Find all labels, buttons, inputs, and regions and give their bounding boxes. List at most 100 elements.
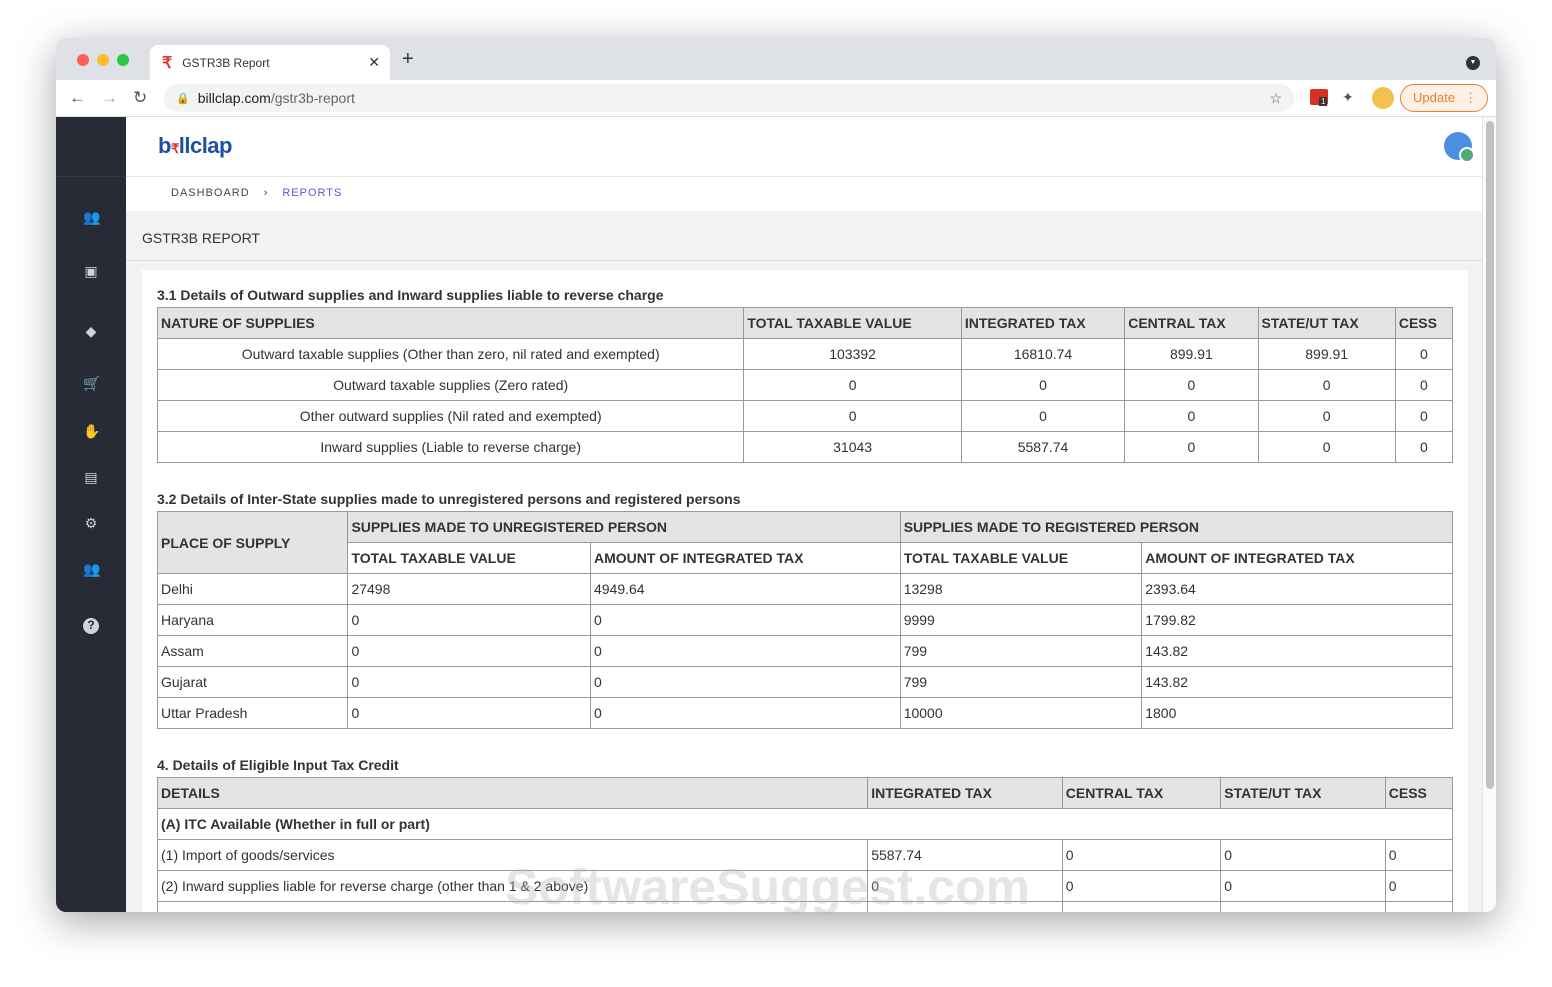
column-header: AMOUNT OF INTEGRATED TAX bbox=[1141, 542, 1453, 574]
breadcrumb-reports[interactable]: REPORTS bbox=[282, 187, 342, 199]
user-account-icon[interactable] bbox=[1444, 132, 1475, 163]
column-header: DETAILS bbox=[156, 777, 869, 809]
new-tab-button[interactable]: + bbox=[402, 48, 414, 71]
table-row: Delhi 27498 4949.64 13298 2393.64 bbox=[156, 573, 1453, 605]
profile-avatar[interactable] bbox=[1372, 87, 1394, 109]
billclap-logo[interactable]: b₹llclap bbox=[158, 133, 232, 159]
table-cell: Other outward supplies (Nil rated and ex… bbox=[156, 400, 745, 432]
table-cell: 0 bbox=[589, 697, 901, 729]
main-content: b₹llclap DASHBOARD › REPORTS GSTR3B REPORT… bbox=[126, 117, 1482, 912]
close-window-button[interactable] bbox=[77, 54, 89, 66]
watermark: SoftwareSuggest.com bbox=[505, 859, 1031, 915]
table-cell: 899.91 bbox=[1257, 338, 1396, 370]
lock-icon: 🔒 bbox=[176, 92, 190, 105]
table-cell: 0 bbox=[1061, 870, 1222, 902]
more-menu-icon[interactable]: ⋮ bbox=[1464, 85, 1477, 111]
subheader-row: TOTAL TAXABLE VALUE AMOUNT OF INTEGRATED … bbox=[158, 542, 1453, 574]
table-cell: 27498 bbox=[347, 573, 591, 605]
tag-icon[interactable]: ◆ bbox=[83, 323, 99, 339]
back-icon[interactable]: ← bbox=[69, 88, 86, 108]
clipboard-icon[interactable]: ▤ bbox=[83, 469, 99, 485]
table-cell: 0 bbox=[1061, 901, 1222, 912]
group-row: (A) ITC Available (Whether in full or pa… bbox=[157, 808, 1453, 840]
extension-badge: 1 bbox=[1319, 97, 1328, 106]
column-header: INTEGRATED TAX bbox=[960, 307, 1126, 339]
address-bar[interactable]: 🔒 billclap.com/gstr3b-report ☆ bbox=[164, 84, 1294, 112]
forward-icon[interactable]: → bbox=[101, 88, 118, 108]
page-title: GSTR3B REPORT bbox=[126, 211, 1482, 261]
scrollbar-thumb[interactable] bbox=[1486, 121, 1494, 789]
table-cell: 0 bbox=[1220, 839, 1386, 871]
table-cell: 0 bbox=[1220, 870, 1386, 902]
table-cell: Delhi bbox=[156, 573, 349, 605]
help-icon[interactable]: ? bbox=[83, 618, 99, 634]
table-cell: 31043 bbox=[743, 431, 962, 463]
tab-title: GSTR3B Report bbox=[182, 55, 270, 70]
url-path: /gstr3b-report bbox=[270, 90, 355, 106]
table-row: Inward supplies (Liable to reverse charg… bbox=[156, 431, 1454, 463]
bookmark-star-icon[interactable]: ☆ bbox=[1269, 90, 1282, 107]
table-cell: 5587.74 bbox=[960, 431, 1126, 463]
column-header: NATURE OF SUPPLIES bbox=[156, 307, 745, 339]
reload-icon[interactable]: ↻ bbox=[133, 88, 147, 108]
table-cell: 0 bbox=[743, 369, 962, 401]
app-header: b₹llclap bbox=[126, 117, 1482, 177]
table-cell: 2393.64 bbox=[1141, 573, 1453, 605]
breadcrumb: DASHBOARD › REPORTS bbox=[126, 177, 1482, 211]
extensions-puzzle-icon[interactable]: ✦ bbox=[1342, 89, 1354, 106]
column-header: STATE/UT TAX bbox=[1220, 777, 1386, 809]
outward-supplies-table: NATURE OF SUPPLIES TOTAL TAXABLE VALUE INT… bbox=[156, 307, 1454, 463]
table-cell: 143.82 bbox=[1141, 635, 1453, 667]
hand-payment-icon[interactable]: ✋ bbox=[83, 423, 100, 439]
section-4-title: 4. Details of Eligible Input Tax Credit bbox=[157, 757, 399, 773]
browser-toolbar: ← → ↻ 🔒 billclap.com/gstr3b-report ☆ 1 ✦ U… bbox=[56, 80, 1496, 117]
image-icon[interactable]: ▣ bbox=[83, 263, 99, 279]
cart-icon[interactable]: 🛒 bbox=[83, 375, 100, 391]
update-label: Update bbox=[1413, 90, 1455, 105]
group-label: (A) ITC Available (Whether in full or pa… bbox=[157, 808, 1453, 840]
breadcrumb-dashboard[interactable]: DASHBOARD bbox=[171, 187, 250, 199]
table-cell: 1800 bbox=[1141, 697, 1453, 729]
column-header: CESS bbox=[1384, 777, 1454, 809]
column-header: SUPPLIES MADE TO REGISTERED PERSON bbox=[899, 511, 1454, 543]
table-cell: 0 bbox=[589, 666, 901, 698]
table-cell: 0 bbox=[1394, 338, 1454, 370]
close-tab-icon[interactable]: ✕ bbox=[368, 54, 380, 71]
table-cell: 0 bbox=[960, 400, 1126, 432]
scrollbar[interactable] bbox=[1482, 117, 1496, 912]
table-cell: Haryana bbox=[156, 604, 349, 636]
table-cell: 799 bbox=[899, 666, 1143, 698]
section-3-1-title: 3.1 Details of Outward supplies and Inwa… bbox=[157, 287, 664, 303]
table-cell: 0 bbox=[1220, 901, 1386, 912]
table-cell: 0 bbox=[1124, 400, 1259, 432]
table-cell: 0 bbox=[589, 635, 901, 667]
extension-calendar-icon[interactable]: 1 bbox=[1310, 89, 1328, 106]
table-cell: 799 bbox=[899, 635, 1143, 667]
table-cell: 103392 bbox=[743, 338, 962, 370]
update-button[interactable]: Update ⋮ bbox=[1400, 84, 1488, 112]
table-cell: 0 bbox=[1384, 839, 1454, 871]
table-cell: Outward taxable supplies (Zero rated) bbox=[156, 369, 745, 401]
table-row: Outward taxable supplies (Zero rated) 0 0 0… bbox=[156, 369, 1454, 401]
column-header: TOTAL TAXABLE VALUE bbox=[743, 307, 962, 339]
table-cell: 0 bbox=[1257, 431, 1396, 463]
column-header: STATE/UT TAX bbox=[1257, 307, 1396, 339]
users-icon[interactable]: 👥 bbox=[83, 209, 100, 225]
team-icon[interactable]: 👥 bbox=[83, 561, 100, 577]
tab-search-icon[interactable]: ▼ bbox=[1466, 56, 1480, 70]
column-header: AMOUNT OF INTEGRATED TAX bbox=[589, 542, 901, 574]
browser-window: ₹ GSTR3B Report ✕ + ▼ ← → ↻ 🔒 billclap.com /… bbox=[56, 38, 1496, 912]
column-header: CENTRAL TAX bbox=[1061, 777, 1222, 809]
table-cell: 0 bbox=[347, 666, 591, 698]
minimize-window-button[interactable] bbox=[97, 54, 109, 66]
table-cell: 143.82 bbox=[1141, 666, 1453, 698]
browser-tab[interactable]: ₹ GSTR3B Report ✕ bbox=[150, 45, 390, 80]
table-cell: 0 bbox=[1394, 369, 1454, 401]
inter-state-supplies-table: PLACE OF SUPPLY SUPPLIES MADE TO UNREGIST… bbox=[156, 511, 1454, 729]
column-header: SUPPLIES MADE TO UNREGISTERED PERSON bbox=[347, 511, 901, 543]
table-cell: 16810.74 bbox=[960, 338, 1126, 370]
maximize-window-button[interactable] bbox=[117, 54, 129, 66]
table-cell: 0 bbox=[1257, 400, 1396, 432]
gear-icon[interactable]: ⚙ bbox=[83, 515, 99, 531]
table-cell: 0 bbox=[347, 697, 591, 729]
